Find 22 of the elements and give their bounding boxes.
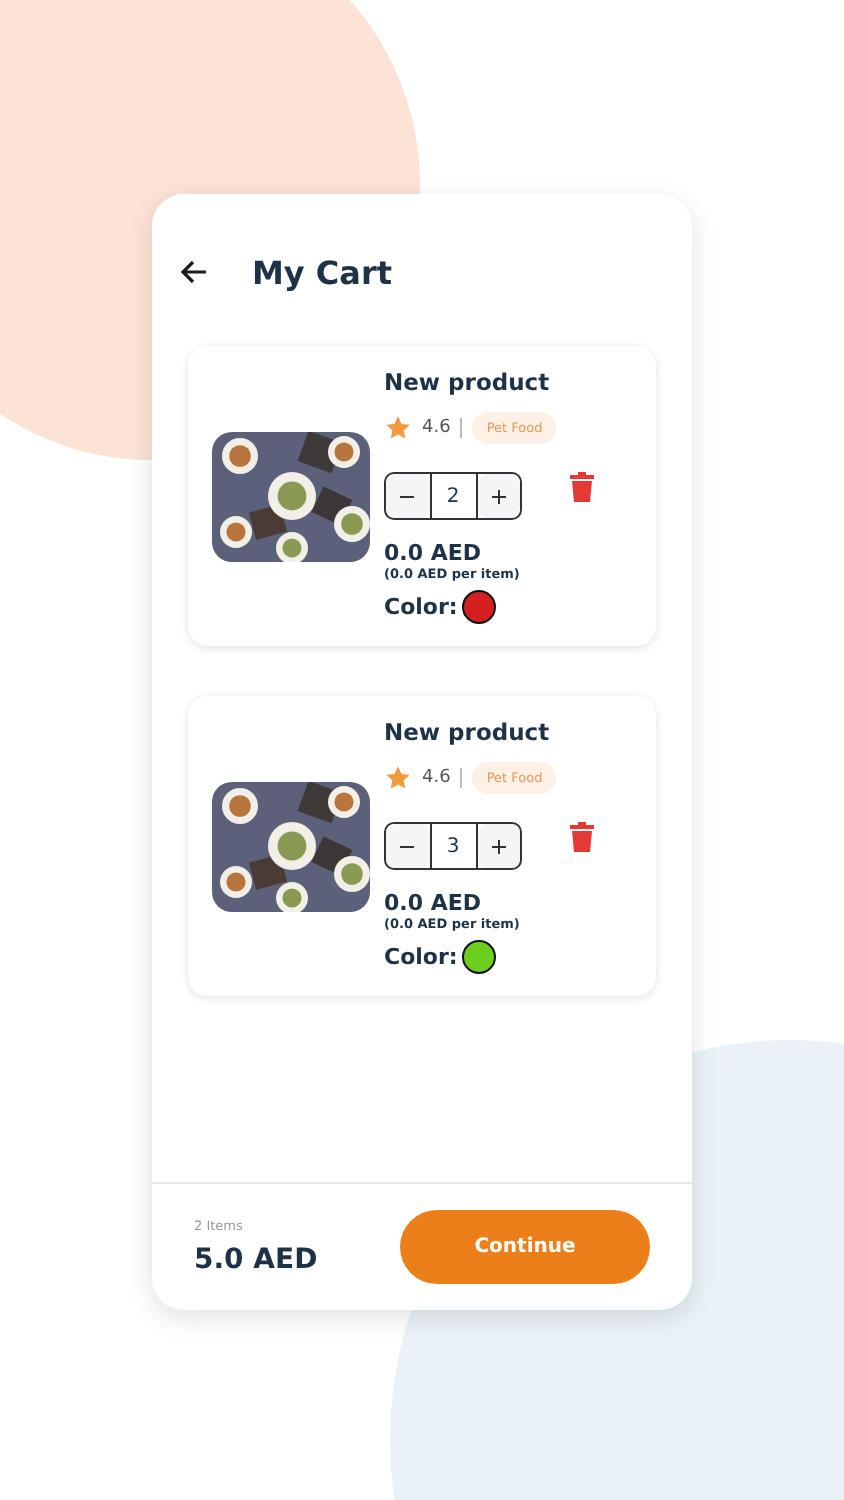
item-price: 0.0 AED xyxy=(384,540,483,566)
total-price: 5.0 AED xyxy=(194,1244,318,1276)
color-label: Color: xyxy=(384,594,458,620)
rating-value: 4.6 xyxy=(422,418,451,438)
plus-icon xyxy=(491,489,506,503)
product-name: New product xyxy=(384,718,552,746)
decrease-button[interactable] xyxy=(386,824,429,868)
rating-value: 4.6 xyxy=(422,768,451,788)
back-button[interactable] xyxy=(180,260,208,284)
delete-button[interactable] xyxy=(570,471,595,501)
decrease-button[interactable] xyxy=(386,474,429,518)
continue-button[interactable]: Continue xyxy=(400,1210,650,1284)
delete-button[interactable] xyxy=(570,821,595,851)
increase-button[interactable] xyxy=(477,474,520,518)
color-label: Color: xyxy=(384,944,458,970)
star-icon xyxy=(384,764,412,792)
item-price: 0.0 AED xyxy=(384,890,483,916)
plus-icon xyxy=(491,839,506,853)
product-name: New product xyxy=(384,368,552,396)
page-title: My Cart xyxy=(252,253,392,291)
increase-button[interactable] xyxy=(477,824,520,868)
star-icon xyxy=(384,414,412,442)
